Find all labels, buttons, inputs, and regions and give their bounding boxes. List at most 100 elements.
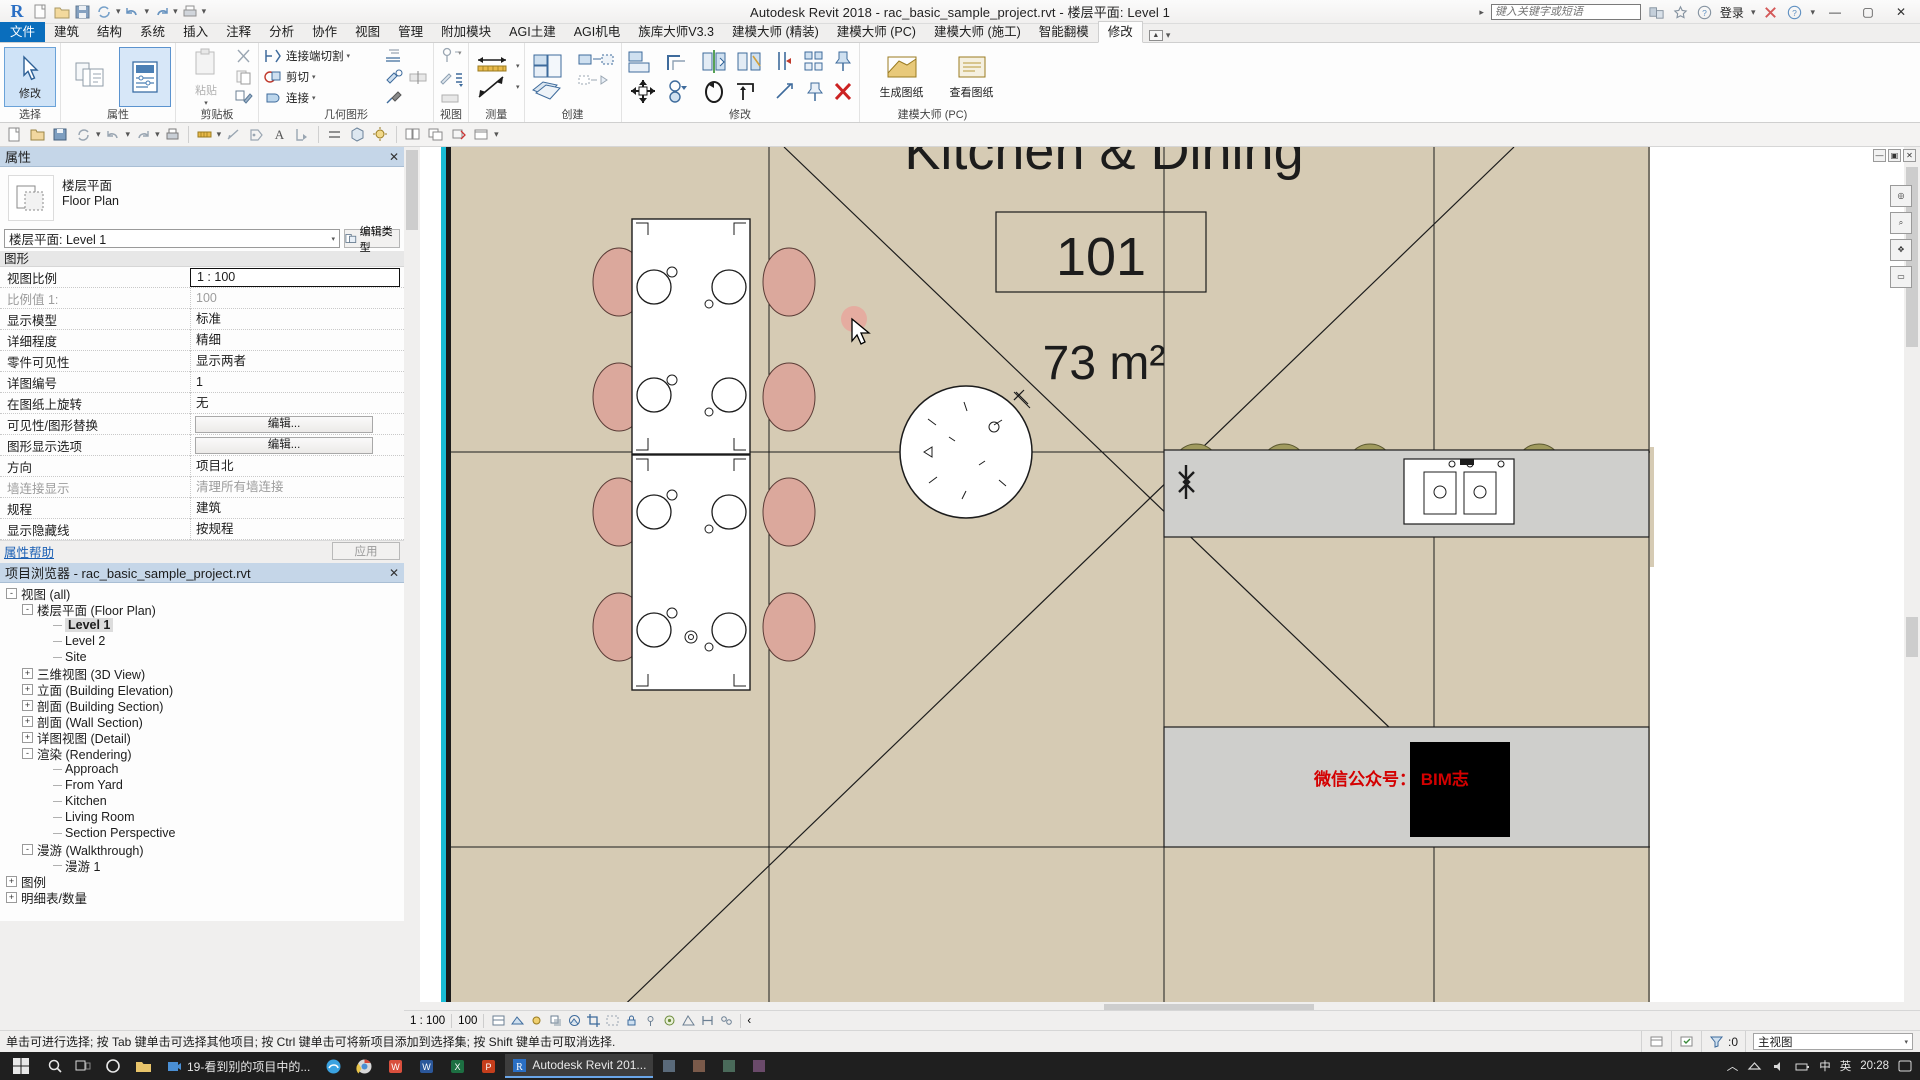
type-properties-button[interactable] [65,47,117,107]
copy-modify-icon[interactable] [663,78,695,105]
zoom-region-icon[interactable]: ⌕ [1890,212,1912,234]
edge-icon[interactable] [319,1054,348,1078]
join-geometry-item[interactable]: 连接 ▾ [263,88,381,107]
paint-brush-icon[interactable] [438,67,464,87]
tab-协作[interactable]: 协作 [303,22,346,42]
property-row[interactable]: 方向 项目北 [0,455,404,477]
property-row[interactable]: 墙连接显示 清理所有墙连接 [0,476,404,498]
tab-插入[interactable]: 插入 [174,22,217,42]
battery-icon[interactable] [1795,1059,1810,1074]
measure-caret-icon[interactable]: ▾ [516,62,520,70]
cutback-icon[interactable] [438,88,464,108]
tree-node-from-yard[interactable]: From Yard [0,777,404,793]
view-drawing-button[interactable]: 查看图纸 [942,47,1002,107]
windows-start-icon[interactable] [0,1052,42,1080]
cut-geometry-item[interactable]: 剪切 ▾ [263,67,381,86]
split-face-icon[interactable] [383,47,405,65]
property-row[interactable]: 规程 建筑 [0,497,404,519]
scale-icon[interactable] [773,78,799,105]
ime-abc-label[interactable]: 英 [1840,1058,1852,1074]
extra-task-2[interactable] [685,1054,713,1078]
ime-cn-label[interactable]: 中 [1819,1058,1831,1074]
property-value[interactable]: 编辑... [190,434,404,456]
property-row[interactable]: 详细程度 精细 [0,329,404,351]
redo-caret-icon[interactable]: ▾ [155,129,160,140]
wps-icon[interactable]: W [381,1054,410,1078]
exchange-icon[interactable] [1648,4,1665,21]
property-value[interactable]: 无 [190,392,404,414]
fit-view-icon[interactable]: ▭ [1890,266,1912,288]
speaker-icon[interactable] [1771,1059,1786,1074]
notification-icon[interactable] [1898,1059,1912,1073]
property-value[interactable]: 100 [190,287,404,309]
cut-icon[interactable] [234,47,254,65]
reveal-hidden-elements-icon[interactable] [661,1013,677,1029]
collapse-icon[interactable]: - [22,747,33,759]
help-circle-icon[interactable]: ? [1696,4,1713,21]
property-value[interactable]: 显示两者 [190,350,404,372]
switch-windows-caret-icon[interactable]: ▾ [494,129,499,140]
app-close-x-icon[interactable] [1762,4,1779,21]
paint-icon[interactable] [383,68,405,86]
measure-along-item[interactable]: ▾ [473,76,520,98]
signin-label[interactable]: 登录 [1720,4,1744,21]
view-scale-label[interactable]: 1 : 100 [410,1015,445,1027]
aligned-dim-icon[interactable] [223,125,244,145]
properties-palette-button[interactable] [119,46,171,107]
property-row[interactable]: 可见性/图形替换 编辑... [0,413,404,435]
tree-node--1[interactable]: 漫游 1 [0,857,404,874]
modify-button[interactable]: 修改 [4,46,56,107]
tree-node--[interactable]: + 明细表/数量 [0,889,404,906]
move-icon[interactable] [626,78,660,105]
sun-path-icon[interactable] [528,1013,544,1029]
folder-icon[interactable] [129,1054,158,1078]
copy-icon[interactable] [234,68,254,86]
switch-windows-icon[interactable] [471,125,492,145]
rotate-icon[interactable] [698,78,730,105]
extra-task-1[interactable] [655,1054,683,1078]
property-row[interactable]: 显示隐藏线 按规程 [0,518,404,540]
apply-button[interactable]: 应用 [332,542,400,560]
constraints-icon[interactable] [699,1013,715,1029]
tab-结构[interactable]: 结构 [88,22,131,42]
visual-style-icon[interactable] [509,1013,525,1029]
property-value[interactable]: 编辑... [190,413,404,435]
type-selector-dropdown[interactable]: 楼层平面: Level 1 ▾ [4,229,340,248]
paste-caret-icon[interactable]: ▾ [204,99,208,107]
property-value[interactable]: 建筑 [190,497,404,519]
vcb-nav-arrow[interactable]: ‹ [747,1015,751,1027]
tab-file[interactable]: 文件 [0,22,46,42]
hide-element-icon[interactable]: ▾ [438,46,464,66]
extra-task-3[interactable] [715,1054,743,1078]
ribbon-options-caret[interactable]: ▾ [1166,30,1171,41]
property-value[interactable]: 项目北 [190,455,404,477]
create-assembly-icon[interactable] [575,72,617,102]
expand-icon[interactable]: + [6,875,17,887]
open-icon[interactable] [27,125,48,145]
split-element-2-icon[interactable] [773,48,799,75]
cortana-circle-icon[interactable] [99,1054,127,1078]
sync-caret-icon[interactable]: ▾ [96,129,101,140]
word-icon[interactable]: W [412,1054,441,1078]
window-minimize-button[interactable]: — [1822,2,1848,22]
revit-task-item[interactable]: R Autodesk Revit 201... [505,1054,654,1078]
measure-along-caret-icon[interactable]: ▾ [516,83,520,91]
tab-建筑[interactable]: 建筑 [45,22,88,42]
tab-建模大师 (精装)[interactable]: 建模大师 (精装) [723,22,828,42]
undo-caret-icon[interactable]: ▾ [126,129,131,140]
new-file-icon[interactable] [4,125,25,145]
rendering-icon[interactable] [566,1013,582,1029]
tree-node--floor-plan-[interactable]: - 楼层平面 (Floor Plan) [0,601,404,618]
properties-close-icon[interactable]: ✕ [389,150,399,164]
cascade-windows-icon[interactable] [425,125,446,145]
show-crop-icon[interactable] [604,1013,620,1029]
edit-type-button[interactable]: 编辑类型 [344,226,400,254]
text-icon[interactable]: A [269,125,290,145]
print-icon[interactable] [162,125,183,145]
tab-AGI土建[interactable]: AGI土建 [500,22,565,42]
keyword-search-input[interactable] [1490,4,1641,20]
tab-系统[interactable]: 系统 [131,22,174,42]
default-3d-view-icon[interactable] [347,125,368,145]
steering-wheel-icon[interactable]: ◎ [1890,185,1912,207]
paste-button[interactable]: 粘贴 ▾ [180,47,232,107]
